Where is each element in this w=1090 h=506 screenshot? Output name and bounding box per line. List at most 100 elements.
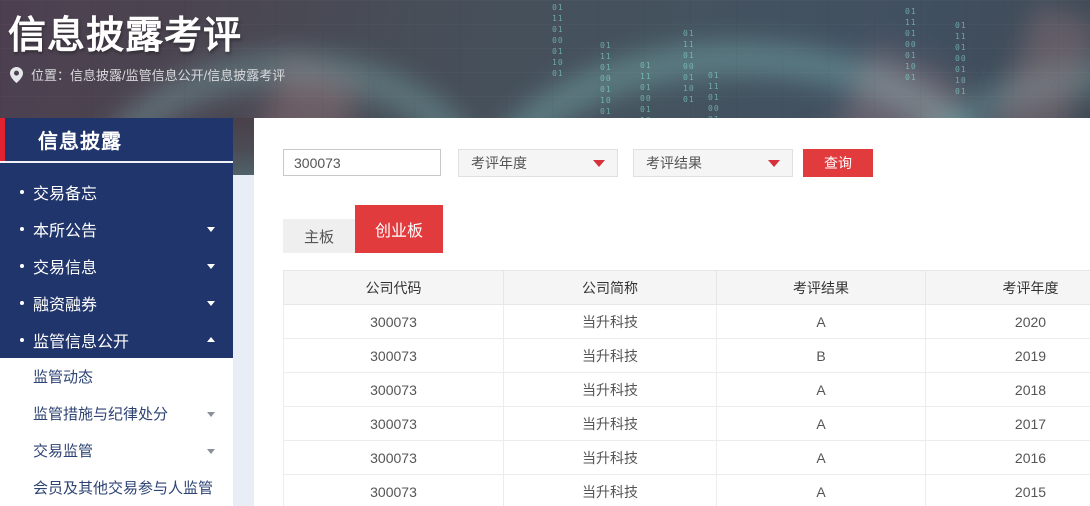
binary-texture-column: 01 11 01 00 01 10 01 — [955, 20, 967, 97]
sidebar-subitem-label: 监管动态 — [33, 366, 93, 387]
bullet-icon — [20, 264, 24, 268]
page-title: 信息披露考评 — [8, 4, 242, 59]
breadcrumb-text: 位置：信息披露/监管信息公开/信息披露考评 — [31, 65, 285, 84]
table-cell: 当升科技 — [504, 373, 717, 407]
table-cell: 2019 — [926, 339, 1090, 373]
chevron-down-icon — [768, 160, 780, 167]
chevron-down-icon — [207, 264, 215, 269]
search-button[interactable]: 查询 — [803, 149, 873, 177]
table-cell: 2016 — [926, 441, 1090, 475]
bullet-icon — [20, 338, 24, 342]
table-cell: A — [717, 441, 926, 475]
sidebar-item[interactable]: 交易信息 — [0, 247, 233, 284]
chevron-down-icon — [207, 412, 215, 417]
year-dropdown[interactable]: 考评年度 — [458, 149, 618, 177]
sidebar-item[interactable]: 交易备忘 — [0, 173, 233, 210]
sidebar-item[interactable]: 监管信息公开 — [0, 321, 233, 358]
sidebar-accent-bar — [0, 118, 5, 161]
year-dropdown-label: 考评年度 — [471, 153, 527, 173]
sidebar-gutter — [233, 118, 254, 506]
table-cell: 300073 — [284, 339, 504, 373]
table-cell: 300073 — [284, 407, 504, 441]
results-table: 公司代码公司简称考评结果考评年度 300073当升科技A2020300073当升… — [283, 270, 1090, 506]
page-banner: 01 11 01 00 01 10 01 01 11 01 00 01 10 01… — [0, 0, 1090, 118]
sidebar-menu: 交易备忘本所公告交易信息融资融券监管信息公开 — [0, 163, 233, 358]
table-cell: 2015 — [926, 475, 1090, 506]
bullet-icon — [20, 301, 24, 305]
sidebar-subitem[interactable]: 监管动态 — [0, 358, 233, 395]
filter-bar: 考评年度 考评结果 查询 — [283, 149, 1090, 177]
chevron-up-icon — [207, 337, 215, 342]
sidebar-item-label: 交易备忘 — [33, 180, 97, 204]
gutter-fill — [233, 175, 254, 506]
sidebar: 信息披露 交易备忘本所公告交易信息融资融券监管信息公开 监管动态监管措施与纪律处… — [0, 118, 233, 506]
column-header: 公司代码 — [284, 271, 504, 305]
binary-texture-column: 01 11 01 00 01 10 01 — [600, 40, 612, 117]
location-pin-icon — [10, 67, 23, 83]
binary-texture-column: 01 11 01 00 01 10 01 — [708, 70, 720, 118]
binary-texture-column: 01 11 01 00 01 10 01 — [552, 2, 564, 79]
table-cell: 当升科技 — [504, 339, 717, 373]
sidebar-subitem[interactable]: 会员及其他交易参与人监管 — [0, 469, 233, 506]
chevron-down-icon — [593, 160, 605, 167]
chevron-down-icon — [207, 449, 215, 454]
banner-streak — [986, 3, 1090, 118]
board-tabs: 主板创业板 — [283, 205, 1090, 253]
table-cell: 当升科技 — [504, 407, 717, 441]
table-cell: A — [717, 475, 926, 506]
binary-texture-column: 01 11 01 00 01 10 01 — [905, 6, 917, 83]
table-row: 300073当升科技A2016 — [284, 441, 1090, 475]
table-cell: A — [717, 305, 926, 339]
tab-inactive[interactable]: 主板 — [283, 219, 355, 253]
table-cell: 300073 — [284, 441, 504, 475]
table-row: 300073当升科技A2018 — [284, 373, 1090, 407]
bullet-icon — [20, 227, 24, 231]
table-row: 300073当升科技A2020 — [284, 305, 1090, 339]
table-cell: 2017 — [926, 407, 1090, 441]
bullet-icon — [20, 190, 24, 194]
result-dropdown-label: 考评结果 — [646, 153, 702, 173]
table-cell: 当升科技 — [504, 441, 717, 475]
sidebar-item[interactable]: 本所公告 — [0, 210, 233, 247]
chevron-down-icon — [207, 227, 215, 232]
breadcrumb: 位置：信息披露/监管信息公开/信息披露考评 — [10, 65, 285, 84]
sidebar-title: 信息披露 — [38, 125, 122, 154]
sidebar-subitem-label: 交易监管 — [33, 440, 93, 461]
table-row: 300073当升科技B2019 — [284, 339, 1090, 373]
table-row: 300073当升科技A2015 — [284, 475, 1090, 506]
company-code-input[interactable] — [283, 149, 441, 176]
sidebar-item-label: 监管信息公开 — [33, 328, 129, 352]
sidebar-subitem-label: 监管措施与纪律处分 — [33, 403, 168, 424]
page-body: 信息披露 交易备忘本所公告交易信息融资融券监管信息公开 监管动态监管措施与纪律处… — [0, 118, 1090, 506]
result-dropdown[interactable]: 考评结果 — [633, 149, 793, 177]
table-cell: 300073 — [284, 305, 504, 339]
sidebar-subitem[interactable]: 交易监管 — [0, 432, 233, 469]
table-row: 300073当升科技A2017 — [284, 407, 1090, 441]
sidebar-subitem[interactable]: 监管措施与纪律处分 — [0, 395, 233, 432]
table-cell: A — [717, 407, 926, 441]
sidebar-item[interactable]: 融资融券 — [0, 284, 233, 321]
binary-texture-column: 01 11 01 00 01 10 01 — [683, 28, 695, 105]
table-cell: B — [717, 339, 926, 373]
sidebar-submenu: 监管动态监管措施与纪律处分交易监管会员及其他交易参与人监管 — [0, 358, 233, 506]
sidebar-item-label: 融资融券 — [33, 291, 97, 315]
chevron-down-icon — [207, 301, 215, 306]
table-cell: 2018 — [926, 373, 1090, 407]
table-header-row: 公司代码公司简称考评结果考评年度 — [284, 271, 1090, 305]
sidebar-item-label: 交易信息 — [33, 254, 97, 278]
table-cell: A — [717, 373, 926, 407]
table-cell: 300073 — [284, 475, 504, 506]
tab-active[interactable]: 创业板 — [355, 205, 443, 253]
main-content: 考评年度 考评结果 查询 主板创业板 公司代码公司简称考评结果考评年度 3000… — [254, 118, 1090, 506]
column-header: 考评结果 — [717, 271, 926, 305]
table-body: 300073当升科技A2020300073当升科技B2019300073当升科技… — [284, 305, 1090, 506]
table-cell: 300073 — [284, 373, 504, 407]
column-header: 考评年度 — [926, 271, 1090, 305]
table-cell: 当升科技 — [504, 475, 717, 506]
sidebar-header: 信息披露 — [0, 118, 233, 163]
table-cell: 当升科技 — [504, 305, 717, 339]
column-header: 公司简称 — [504, 271, 717, 305]
gutter-banner-shadow — [233, 118, 254, 175]
table-cell: 2020 — [926, 305, 1090, 339]
results-table-container: 公司代码公司简称考评结果考评年度 300073当升科技A2020300073当升… — [283, 270, 1090, 506]
